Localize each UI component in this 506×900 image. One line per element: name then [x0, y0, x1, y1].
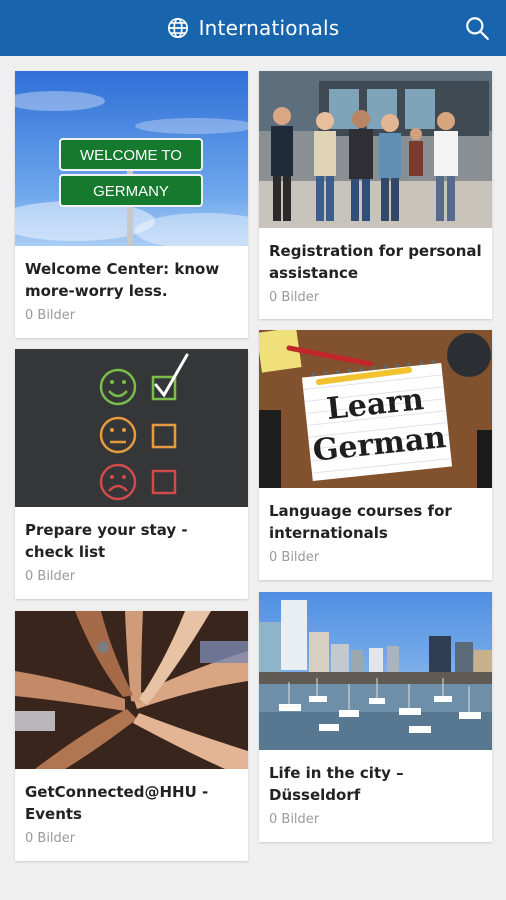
learn-german-notepad-image: Learn German	[259, 330, 492, 488]
card-life-in-the-city[interactable]: Life in the city – Düsseldorf 0 Bilder	[259, 592, 492, 842]
card-title: Life in the city – Düsseldorf	[269, 764, 404, 804]
card-title: Language courses for internationals	[269, 502, 452, 542]
card-image-count: 0 Bilder	[25, 831, 76, 846]
card-image-count: 0 Bilder	[269, 290, 320, 305]
search-icon	[466, 17, 489, 40]
search-button[interactable]	[460, 11, 494, 45]
card-image-count: 0 Bilder	[25, 308, 76, 323]
app-bar-title-group: Internationals	[167, 16, 340, 40]
card-image-count: 0 Bilder	[25, 569, 76, 584]
hands-together-image	[15, 611, 248, 769]
sign-text-top: WELCOME TO	[80, 147, 182, 164]
card-language-courses[interactable]: Learn German Language courses for intern…	[259, 330, 492, 580]
card-title: Prepare your stay - check list	[25, 521, 188, 561]
card-welcome-center[interactable]: WELCOME TO GERMANY Welcome Center: know …	[15, 71, 248, 338]
sign-text-bottom: GERMANY	[93, 183, 169, 200]
card-title: Welcome Center: know more-worry less.	[25, 260, 220, 300]
welcome-sign-image: WELCOME TO GERMANY	[15, 71, 248, 246]
card-getconnected-events[interactable]: GetConnected@HHU - Events 0 Bilder	[15, 611, 248, 861]
app-bar: Internationals	[0, 0, 506, 56]
card-title: GetConnected@HHU - Events	[25, 783, 209, 823]
app-title: Internationals	[198, 16, 340, 40]
checklist-chalkboard-image	[15, 349, 248, 507]
card-image-count: 0 Bilder	[269, 550, 320, 565]
card-registration[interactable]: Registration for personal assistance 0 B…	[259, 71, 492, 319]
card-image-count: 0 Bilder	[269, 812, 320, 827]
students-walking-image	[259, 71, 492, 228]
globe-icon	[167, 18, 188, 38]
card-checklist[interactable]: Prepare your stay - check list 0 Bilder	[15, 349, 248, 599]
dusseldorf-harbour-image	[259, 592, 492, 750]
card-title: Registration for personal assistance	[269, 242, 482, 282]
